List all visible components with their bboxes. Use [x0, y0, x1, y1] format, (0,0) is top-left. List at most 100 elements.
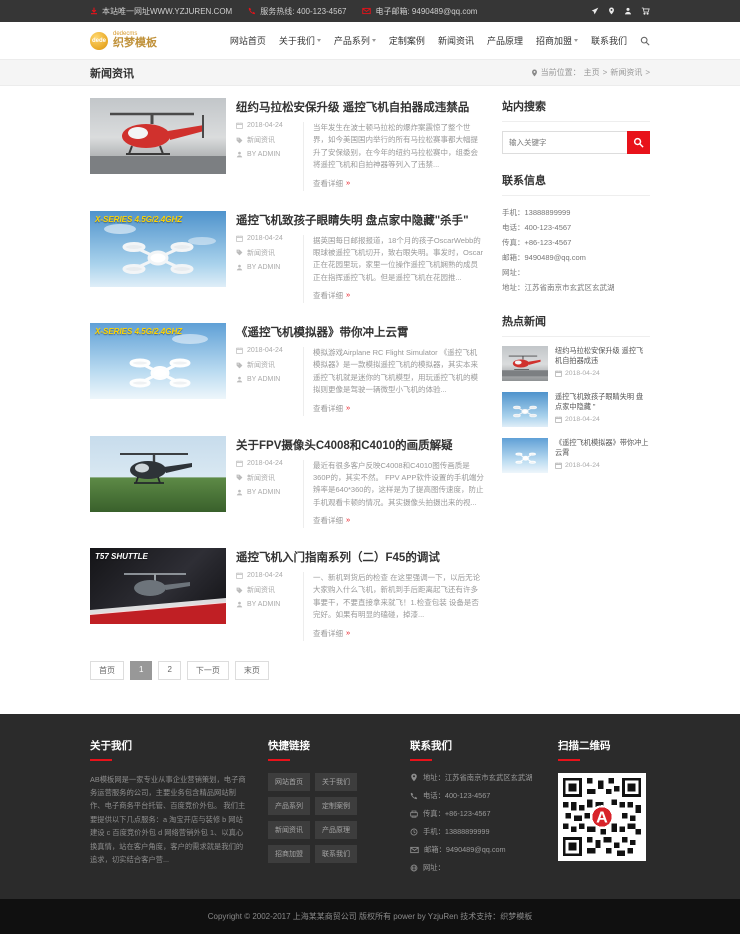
- read-more-link[interactable]: 查看详细»: [313, 290, 350, 301]
- article-meta: 2018-04-24 新闻资讯 BY ADMIN: [236, 122, 294, 191]
- pagination-first[interactable]: 首页: [90, 661, 124, 680]
- fax-icon: [410, 810, 418, 818]
- calendar-icon: [555, 462, 562, 469]
- arrow-right-icon: »: [346, 290, 350, 301]
- tag-icon: [236, 474, 243, 481]
- article-title[interactable]: 遥控飞机入门指南系列（二）F45的调试: [236, 549, 484, 565]
- red-divider: [410, 759, 432, 761]
- article-author: BY ADMIN: [247, 489, 280, 496]
- article-category[interactable]: 新闻资讯: [247, 248, 275, 258]
- article-category[interactable]: 新闻资讯: [247, 473, 275, 483]
- footer-link-news[interactable]: 新闻资讯: [268, 821, 310, 839]
- article-date: 2018-04-24: [247, 460, 283, 467]
- map-pin-icon[interactable]: [608, 7, 615, 15]
- search-input[interactable]: [502, 131, 627, 154]
- footer-link-contact[interactable]: 联系我们: [315, 845, 357, 863]
- nav-item-principle[interactable]: 产品原理: [487, 34, 523, 47]
- topbar: 本站唯一网址WWW.YZJUREN.COM 服务热线: 400-123-4567…: [0, 0, 740, 22]
- paper-plane-icon[interactable]: [591, 7, 599, 15]
- read-more-link[interactable]: 查看详细»: [313, 403, 350, 414]
- article-title[interactable]: 《遥控飞机模拟器》带你冲上云霄: [236, 324, 484, 340]
- pagination-page-1[interactable]: 1: [130, 661, 152, 680]
- chevron-down-icon: [317, 39, 321, 42]
- drone-illustration: [502, 392, 548, 427]
- article-excerpt: 最近有很多客户反映C4008和C4010图传画质是360P的，其实不然。 FPV…: [313, 460, 484, 510]
- article-category[interactable]: 新闻资讯: [247, 360, 275, 370]
- article-thumbnail-helicopter-field[interactable]: [90, 436, 226, 512]
- footer-link-cases[interactable]: 定制案例: [315, 797, 357, 815]
- calendar-icon: [236, 572, 243, 579]
- helicopter-illustration: [90, 98, 226, 174]
- hot-news-section: 热点新闻 纽约马拉松安保升级 遥控飞机自拍器成违 2018-04: [502, 313, 650, 473]
- nav-item-cases[interactable]: 定制案例: [389, 34, 425, 47]
- calendar-icon: [555, 370, 562, 377]
- footer-about-section: 关于我们 AB模板网是一家专业从事企业营销策划，电子商务运营服务的公司，主要业务…: [90, 738, 248, 881]
- article-excerpt: 据英国每日邮报报道，18个月的孩子OscarWebb的眼球被遥控飞机切开，致右眼…: [313, 235, 484, 285]
- footer-link-join[interactable]: 招商加盟: [268, 845, 310, 863]
- article-category[interactable]: 新闻资讯: [247, 585, 275, 595]
- location-pin-icon: [531, 69, 538, 77]
- article-title[interactable]: 纽约马拉松安保升级 遥控飞机自拍器成违禁品: [236, 99, 484, 115]
- download-icon: [90, 7, 98, 15]
- footer-contact-mobile: 手机：13888899999: [423, 827, 490, 837]
- article-thumbnail-drone-box[interactable]: X-SERIES 4.5G/2.4GHZ: [90, 211, 226, 287]
- helicopter-box-illustration: [90, 548, 226, 624]
- nav-item-contact[interactable]: 联系我们: [591, 34, 627, 47]
- pagination-next[interactable]: 下一页: [187, 661, 229, 680]
- article-title[interactable]: 关于FPV摄像头C4008和C4010的画质解疑: [236, 437, 484, 453]
- user-icon[interactable]: [624, 7, 632, 15]
- search-button[interactable]: [627, 131, 650, 154]
- contact-fax: 传真：+86-123-4567: [502, 235, 650, 250]
- article-date: 2018-04-24: [247, 572, 283, 579]
- article-meta: 2018-04-24 新闻资讯 BY ADMIN: [236, 347, 294, 416]
- hot-news-item[interactable]: 《遥控飞机模拟器》带你冲上云霄 2018-04-24: [502, 438, 650, 473]
- footer-qrcode-section: 扫描二维码: [558, 738, 650, 881]
- nav-item-join[interactable]: 招商加盟: [536, 34, 578, 47]
- contact-info-title: 联系信息: [502, 172, 650, 196]
- site-url-link[interactable]: 本站唯一网址WWW.YZJUREN.COM: [90, 6, 232, 17]
- read-more-link[interactable]: 查看详细»: [313, 628, 350, 639]
- calendar-icon: [236, 235, 243, 242]
- article-category[interactable]: 新闻资讯: [247, 135, 275, 145]
- nav-item-home[interactable]: 网站首页: [230, 34, 266, 47]
- read-more-link[interactable]: 查看详细»: [313, 178, 350, 189]
- hot-news-thumbnail: [502, 346, 548, 381]
- footer-link-about[interactable]: 关于我们: [315, 773, 357, 791]
- pagination: 首页 1 2 下一页 末页: [90, 661, 484, 680]
- news-article: 纽约马拉松安保升级 遥控飞机自拍器成违禁品 2018-04-24 新闻资讯 BY…: [90, 98, 484, 191]
- nav-item-products[interactable]: 产品系列: [334, 34, 376, 47]
- news-article: 关于FPV摄像头C4008和C4010的画质解疑 2018-04-24 新闻资讯…: [90, 436, 484, 529]
- breadcrumb: 当前位置： 主页 > 新闻资讯 >: [531, 67, 650, 78]
- main-nav: 网站首页 关于我们 产品系列 定制案例 新闻资讯 产品原理 招商加盟 联系我们: [230, 34, 650, 47]
- pagination-page-2[interactable]: 2: [158, 661, 180, 680]
- article-thumbnail-t57-box[interactable]: T57 SHUTTLE: [90, 548, 226, 624]
- hotline[interactable]: 服务热线: 400-123-4567: [248, 6, 346, 17]
- search-icon[interactable]: [640, 36, 650, 46]
- article-thumbnail-helicopter-photo[interactable]: [90, 98, 226, 174]
- arrow-right-icon: »: [346, 178, 350, 189]
- contact-address: 地址：江苏省南京市玄武区玄武湖: [502, 280, 650, 295]
- breadcrumb-current-link[interactable]: 新闻资讯: [610, 67, 642, 78]
- hot-news-item[interactable]: 纽约马拉松安保升级 遥控飞机自拍器成违 2018-04-24: [502, 346, 650, 381]
- hotline-text: 服务热线: 400-123-4567: [260, 6, 346, 17]
- read-more-link[interactable]: 查看详细»: [313, 515, 350, 526]
- footer-link-products[interactable]: 产品系列: [268, 797, 310, 815]
- breadcrumb-bar: 新闻资讯 当前位置： 主页 > 新闻资讯 >: [0, 59, 740, 86]
- cart-icon[interactable]: [641, 7, 650, 15]
- logo[interactable]: dede dedecms 织梦模板: [90, 31, 157, 49]
- phone-icon: [410, 792, 418, 800]
- nav-item-about[interactable]: 关于我们: [279, 34, 321, 47]
- breadcrumb-home-link[interactable]: 主页: [584, 67, 600, 78]
- hot-news-item[interactable]: 遥控飞机致孩子眼睛失明 盘点家中隐藏 " 2018-04-24: [502, 392, 650, 427]
- qr-code-image: A: [563, 778, 641, 856]
- pagination-last[interactable]: 末页: [235, 661, 269, 680]
- article-author: BY ADMIN: [247, 601, 280, 608]
- article-title[interactable]: 遥控飞机致孩子眼睛失明 盘点家中隐藏"杀手": [236, 212, 484, 228]
- article-thumbnail-drone-sky[interactable]: X-SERIES 4.5G/2.4GHZ: [90, 323, 226, 399]
- footer-link-home[interactable]: 网站首页: [268, 773, 310, 791]
- footer-about-title: 关于我们: [90, 738, 248, 753]
- email[interactable]: 电子邮箱: 9490489@qq.com: [362, 6, 477, 17]
- copyright-bar: Copyright © 2002-2017 上海某某商贸公司 版权所有 powe…: [0, 899, 740, 934]
- nav-item-news[interactable]: 新闻资讯: [438, 34, 474, 47]
- footer-link-principle[interactable]: 产品原理: [315, 821, 357, 839]
